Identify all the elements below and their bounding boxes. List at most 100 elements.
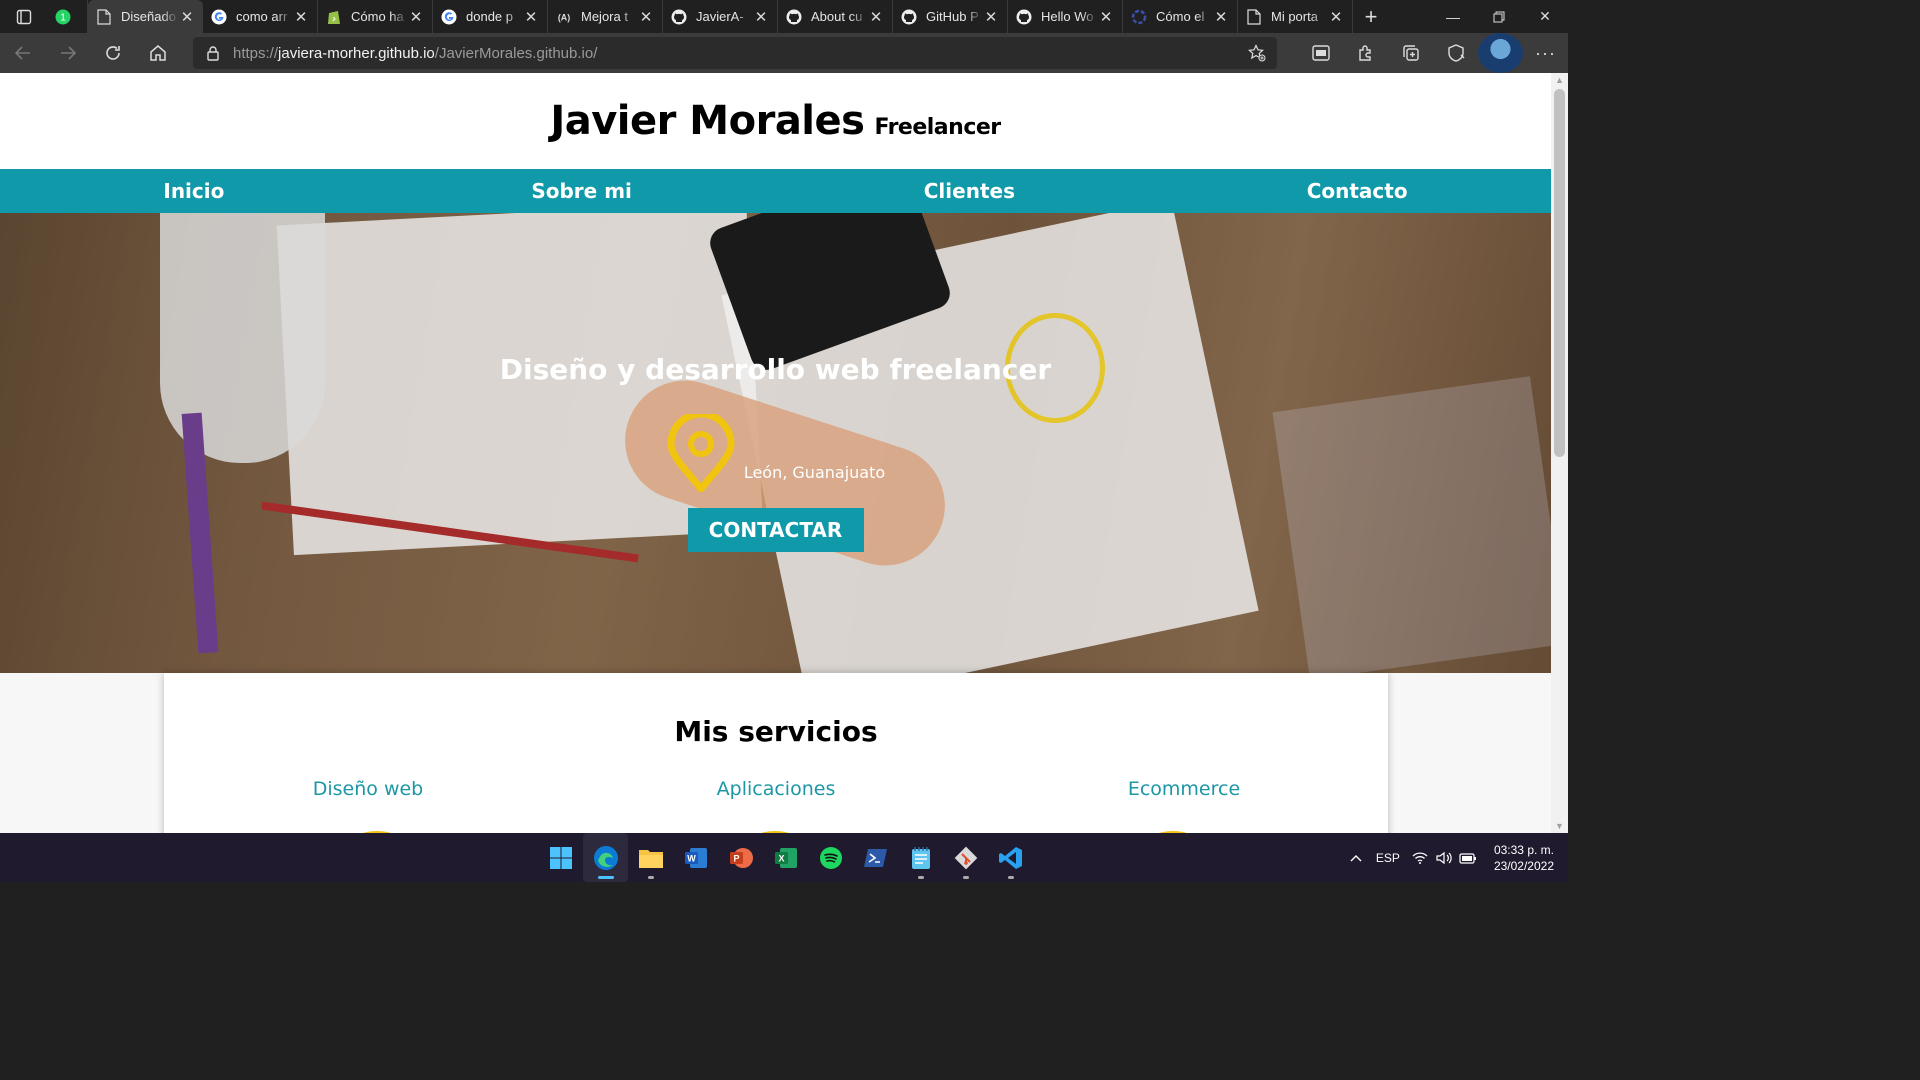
running-indicator (597, 876, 614, 879)
taskbar-app[interactable] (943, 833, 988, 882)
url-host: javiera-morher.github.io (278, 44, 435, 62)
nav-inicio[interactable]: Inicio (0, 169, 388, 213)
running-indicator (647, 876, 654, 879)
taskbar-app[interactable]: X (763, 833, 808, 882)
tab-title: como arr (236, 9, 288, 24)
contact-button[interactable]: CONTACTAR (687, 508, 864, 552)
svg-text:(A): (A) (558, 12, 570, 22)
tab-title: About cu (811, 9, 863, 24)
close-tab-icon[interactable]: ✕ (179, 9, 195, 26)
profile-avatar[interactable] (1478, 33, 1523, 73)
browser-tab[interactable]: como arr ✕ (203, 0, 318, 33)
taskbar-app[interactable] (538, 833, 583, 882)
close-window-button[interactable]: ✕ (1522, 0, 1568, 33)
nav-clientes[interactable]: Clientes (776, 169, 1164, 213)
show-hidden-icons-icon[interactable] (1344, 854, 1368, 862)
tab-title: Cómo el (1156, 9, 1205, 24)
taskbar-app[interactable] (808, 833, 853, 882)
shopify-icon (326, 9, 342, 25)
browser-tab[interactable]: Cómo ha ✕ (318, 0, 433, 33)
taskbar-app[interactable] (988, 833, 1033, 882)
scrollbar-thumb[interactable] (1554, 89, 1565, 457)
services-title: Mis servicios (674, 715, 878, 748)
add-favorite-icon[interactable] (1237, 44, 1277, 62)
page-viewport: Javier Morales Freelancer Inicio Sobre mi… (0, 73, 1568, 833)
browser-tab[interactable]: About cu ✕ (778, 0, 893, 33)
nav-sobre-mi[interactable]: Sobre mi (388, 169, 776, 213)
browser-tab[interactable]: 1 (48, 0, 88, 33)
taskbar-app[interactable]: W (673, 833, 718, 882)
close-tab-icon[interactable]: ✕ (1213, 9, 1229, 26)
page-icon (96, 8, 112, 25)
spotify-icon (819, 846, 843, 870)
browser-tab[interactable]: GitHub P ✕ (893, 0, 1008, 33)
whatsapp-icon: 1 (55, 9, 71, 25)
lock-icon[interactable] (193, 45, 233, 61)
browser-tab[interactable]: donde p ✕ (433, 0, 548, 33)
clock-time: 03:33 p. m. (1493, 842, 1554, 857)
reload-button[interactable] (90, 33, 135, 73)
close-tab-icon[interactable]: ✕ (753, 9, 769, 26)
browser-tab[interactable]: JavierA- ✕ (663, 0, 778, 33)
close-tab-icon[interactable]: ✕ (408, 9, 424, 26)
back-button[interactable] (0, 33, 45, 73)
home-icon (149, 45, 166, 61)
browser-tab[interactable]: (A) Mejora t ✕ (548, 0, 663, 33)
split-screen-icon[interactable] (1298, 33, 1343, 73)
forward-button[interactable] (45, 33, 90, 73)
scroll-up-icon[interactable]: ▲ (1551, 73, 1568, 87)
edge-icon (593, 845, 619, 871)
powerpoint-icon: P (729, 846, 753, 870)
vscode-icon (998, 846, 1023, 870)
extensions-icon[interactable] (1343, 33, 1388, 73)
windows-taskbar: W P X ESP 03:33 p. m. 23/02/2022 (0, 833, 1568, 882)
close-tab-icon[interactable]: ✕ (1328, 9, 1344, 26)
powershell-icon (863, 847, 888, 869)
location-text: León, Guanajuato (743, 463, 886, 482)
close-tab-icon[interactable]: ✕ (638, 9, 654, 26)
taskbar-app[interactable] (853, 833, 898, 882)
taskbar-app[interactable] (898, 833, 943, 882)
tab-actions-button[interactable] (0, 0, 48, 33)
taskbar-app[interactable] (628, 833, 673, 882)
avatar (1478, 33, 1523, 73)
google-icon (211, 9, 227, 25)
page-icon (1246, 8, 1262, 25)
taskbar-app[interactable]: P (718, 833, 763, 882)
wifi-icon[interactable] (1408, 851, 1432, 864)
close-tab-icon[interactable]: ✕ (868, 9, 884, 26)
nav-contacto[interactable]: Contacto (1163, 169, 1551, 213)
address-bar[interactable]: https://javiera-morher.github.io/JavierM… (193, 37, 1277, 69)
location-pin-icon (667, 414, 735, 492)
page-scrollbar[interactable]: ▲ ▼ (1551, 73, 1568, 833)
clock[interactable]: 03:33 p. m. 23/02/2022 (1494, 842, 1554, 874)
scroll-down-icon[interactable]: ▼ (1551, 819, 1568, 833)
github-icon (1016, 9, 1032, 25)
language-indicator[interactable]: ESP (1368, 851, 1408, 865)
taskbar-app[interactable] (583, 833, 628, 882)
close-tab-icon[interactable]: ✕ (523, 9, 539, 26)
close-tab-icon[interactable]: ✕ (1098, 9, 1114, 26)
browser-essentials-icon[interactable] (1433, 33, 1478, 73)
service-ecommerce: Ecommerce (1127, 778, 1241, 800)
browser-tab[interactable]: Diseñado ✕ (88, 0, 203, 33)
close-tab-icon[interactable]: ✕ (983, 9, 999, 26)
volume-icon[interactable] (1432, 851, 1456, 865)
restore-button[interactable] (1476, 0, 1522, 33)
a11y-icon: (A) (556, 9, 572, 25)
google-icon (441, 9, 457, 25)
hero-section: Diseño y desarrollo web freelancer León,… (0, 213, 1551, 673)
new-tab-button[interactable]: + (1353, 0, 1389, 33)
url-text[interactable]: https://javiera-morher.github.io/JavierM… (233, 45, 1237, 62)
close-tab-icon[interactable]: ✕ (293, 9, 309, 26)
minimize-button[interactable]: — (1430, 0, 1476, 33)
battery-icon[interactable] (1456, 852, 1480, 864)
browser-tab[interactable]: Mi porta ✕ (1238, 0, 1353, 33)
tab-title: Mejora t (581, 9, 628, 24)
home-button[interactable] (135, 33, 180, 73)
browser-tab[interactable]: Cómo el ✕ (1123, 0, 1238, 33)
hero-content: Diseño y desarrollo web freelancer León,… (0, 213, 1551, 673)
settings-menu-icon[interactable]: ··· (1523, 33, 1568, 73)
browser-tab[interactable]: Hello Wo ✕ (1008, 0, 1123, 33)
collections-icon[interactable] (1388, 33, 1433, 73)
